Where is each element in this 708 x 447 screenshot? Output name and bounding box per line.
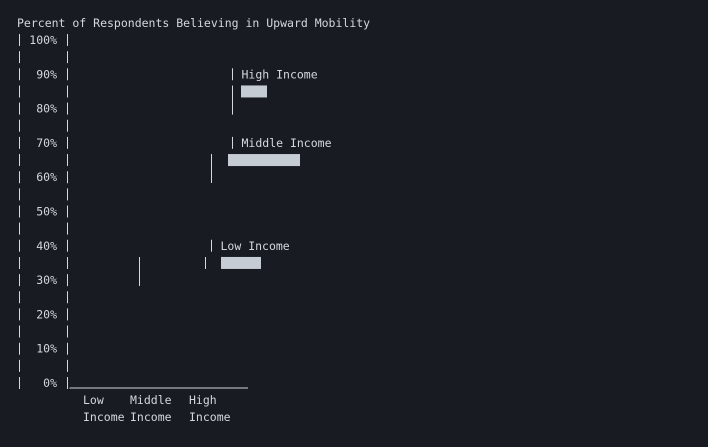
chart-title: Percent of Respondents Believing in Upwa… — [17, 16, 370, 30]
x-tick-label: Low — [83, 393, 104, 407]
y-tick-label: 70% — [36, 136, 57, 150]
x-tick-layer: Low Income Middle Income High Income — [83, 393, 231, 424]
x-tick-label: Income — [83, 410, 125, 424]
annotation-label: High Income — [242, 67, 318, 81]
bar-high-income — [241, 85, 267, 98]
y-tick-label: 80% — [36, 102, 57, 116]
y-tick-label: 60% — [36, 170, 57, 184]
annotation-label: Low Income — [221, 239, 290, 253]
y-tick-label: 0% — [43, 376, 57, 390]
bar-low-income — [221, 256, 261, 269]
y-tick-label: 100% — [29, 33, 57, 47]
guide-layer — [139, 85, 233, 286]
x-tick-label: High — [189, 393, 217, 407]
y-tick-layer: 100% 90% 80% 70% 60% 50% 40% 30% 20% 10% 0% — [29, 33, 57, 390]
y-tick-label: 20% — [36, 307, 57, 321]
y-tick-label: 30% — [36, 273, 57, 287]
x-tick-label: Income — [130, 410, 172, 424]
y-tick-label: 90% — [36, 67, 57, 81]
y-tick-label: 50% — [36, 205, 57, 219]
y-tick-label: 10% — [36, 342, 57, 356]
x-tick-label: Middle — [130, 393, 172, 407]
x-tick-label: Income — [189, 410, 231, 424]
annotation-label: Middle Income — [242, 136, 332, 150]
bar-middle-income — [228, 154, 300, 167]
chart: Percent of Respondents Believing in Upwa… — [17, 16, 370, 424]
y-tick-label: 40% — [36, 239, 57, 253]
